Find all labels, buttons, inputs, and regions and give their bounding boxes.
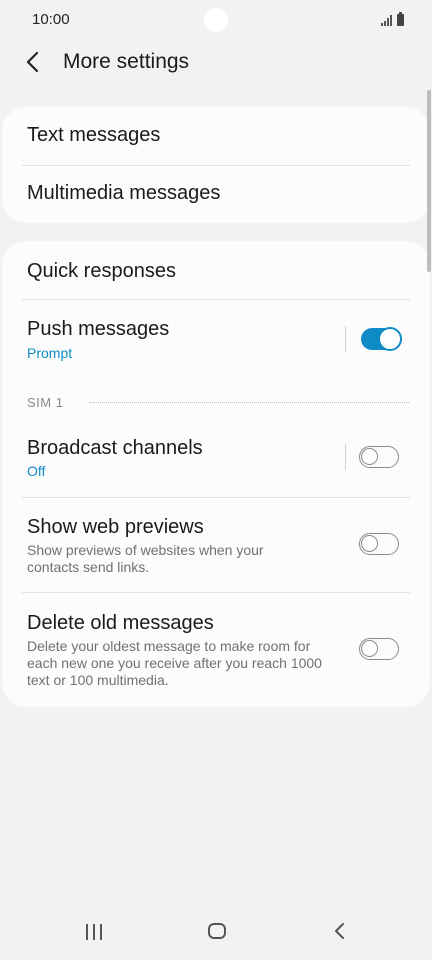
section-label-sim: SIM 1: [27, 395, 64, 410]
home-button[interactable]: [208, 923, 226, 939]
status-bar: 10:00: [0, 0, 432, 40]
scrollbar[interactable]: [427, 90, 431, 272]
setting-description: Delete your oldest message to make room …: [27, 638, 322, 688]
section-divider: [89, 402, 409, 403]
setting-label: Push messages: [27, 318, 170, 340]
setting-label: Multimedia messages: [27, 182, 221, 204]
setting-label: Show web previews: [27, 516, 204, 538]
delete-old-messages-toggle[interactable]: [359, 638, 399, 660]
setting-show-web-previews[interactable]: Show web previews Show previews of websi…: [2, 498, 430, 592]
app-header: More settings: [0, 40, 432, 86]
push-messages-toggle[interactable]: [361, 327, 402, 351]
more-settings-card: Quick responses Push messages Prompt SIM…: [2, 241, 430, 707]
web-previews-toggle[interactable]: [359, 533, 399, 555]
setting-push-messages[interactable]: Push messages Prompt: [2, 300, 430, 370]
camera-cutout: [204, 8, 228, 32]
battery-icon: [397, 12, 404, 26]
setting-label: Delete old messages: [27, 612, 214, 634]
setting-label: Quick responses: [27, 260, 176, 282]
nav-back-button[interactable]: [330, 920, 350, 942]
setting-label: Broadcast channels: [27, 437, 203, 459]
status-time: 10:00: [32, 11, 70, 28]
back-button[interactable]: [18, 46, 50, 78]
broadcast-channels-toggle[interactable]: [359, 446, 399, 468]
setting-broadcast-channels[interactable]: Broadcast channels Off: [2, 425, 430, 497]
vertical-separator: [345, 326, 346, 352]
setting-status: Prompt: [27, 345, 73, 361]
vertical-separator: [345, 444, 346, 470]
chevron-left-icon: [26, 51, 39, 73]
navigation-bar: [0, 906, 432, 960]
setting-status: Off: [27, 463, 46, 479]
recent-apps-button[interactable]: [86, 924, 102, 940]
messages-settings-card: Text messages Multimedia messages: [2, 107, 430, 223]
setting-label: Text messages: [27, 124, 161, 146]
setting-delete-old-messages[interactable]: Delete old messages Delete your oldest m…: [2, 593, 430, 703]
page-title: More settings: [63, 50, 190, 73]
setting-quick-responses[interactable]: Quick responses: [2, 241, 430, 299]
chevron-left-icon: [335, 923, 344, 939]
signal-icon: [381, 14, 392, 26]
setting-multimedia-messages[interactable]: Multimedia messages: [2, 166, 430, 223]
setting-text-messages[interactable]: Text messages: [2, 107, 430, 165]
status-icons: [381, 12, 404, 26]
setting-description: Show previews of websites when your cont…: [27, 542, 264, 575]
